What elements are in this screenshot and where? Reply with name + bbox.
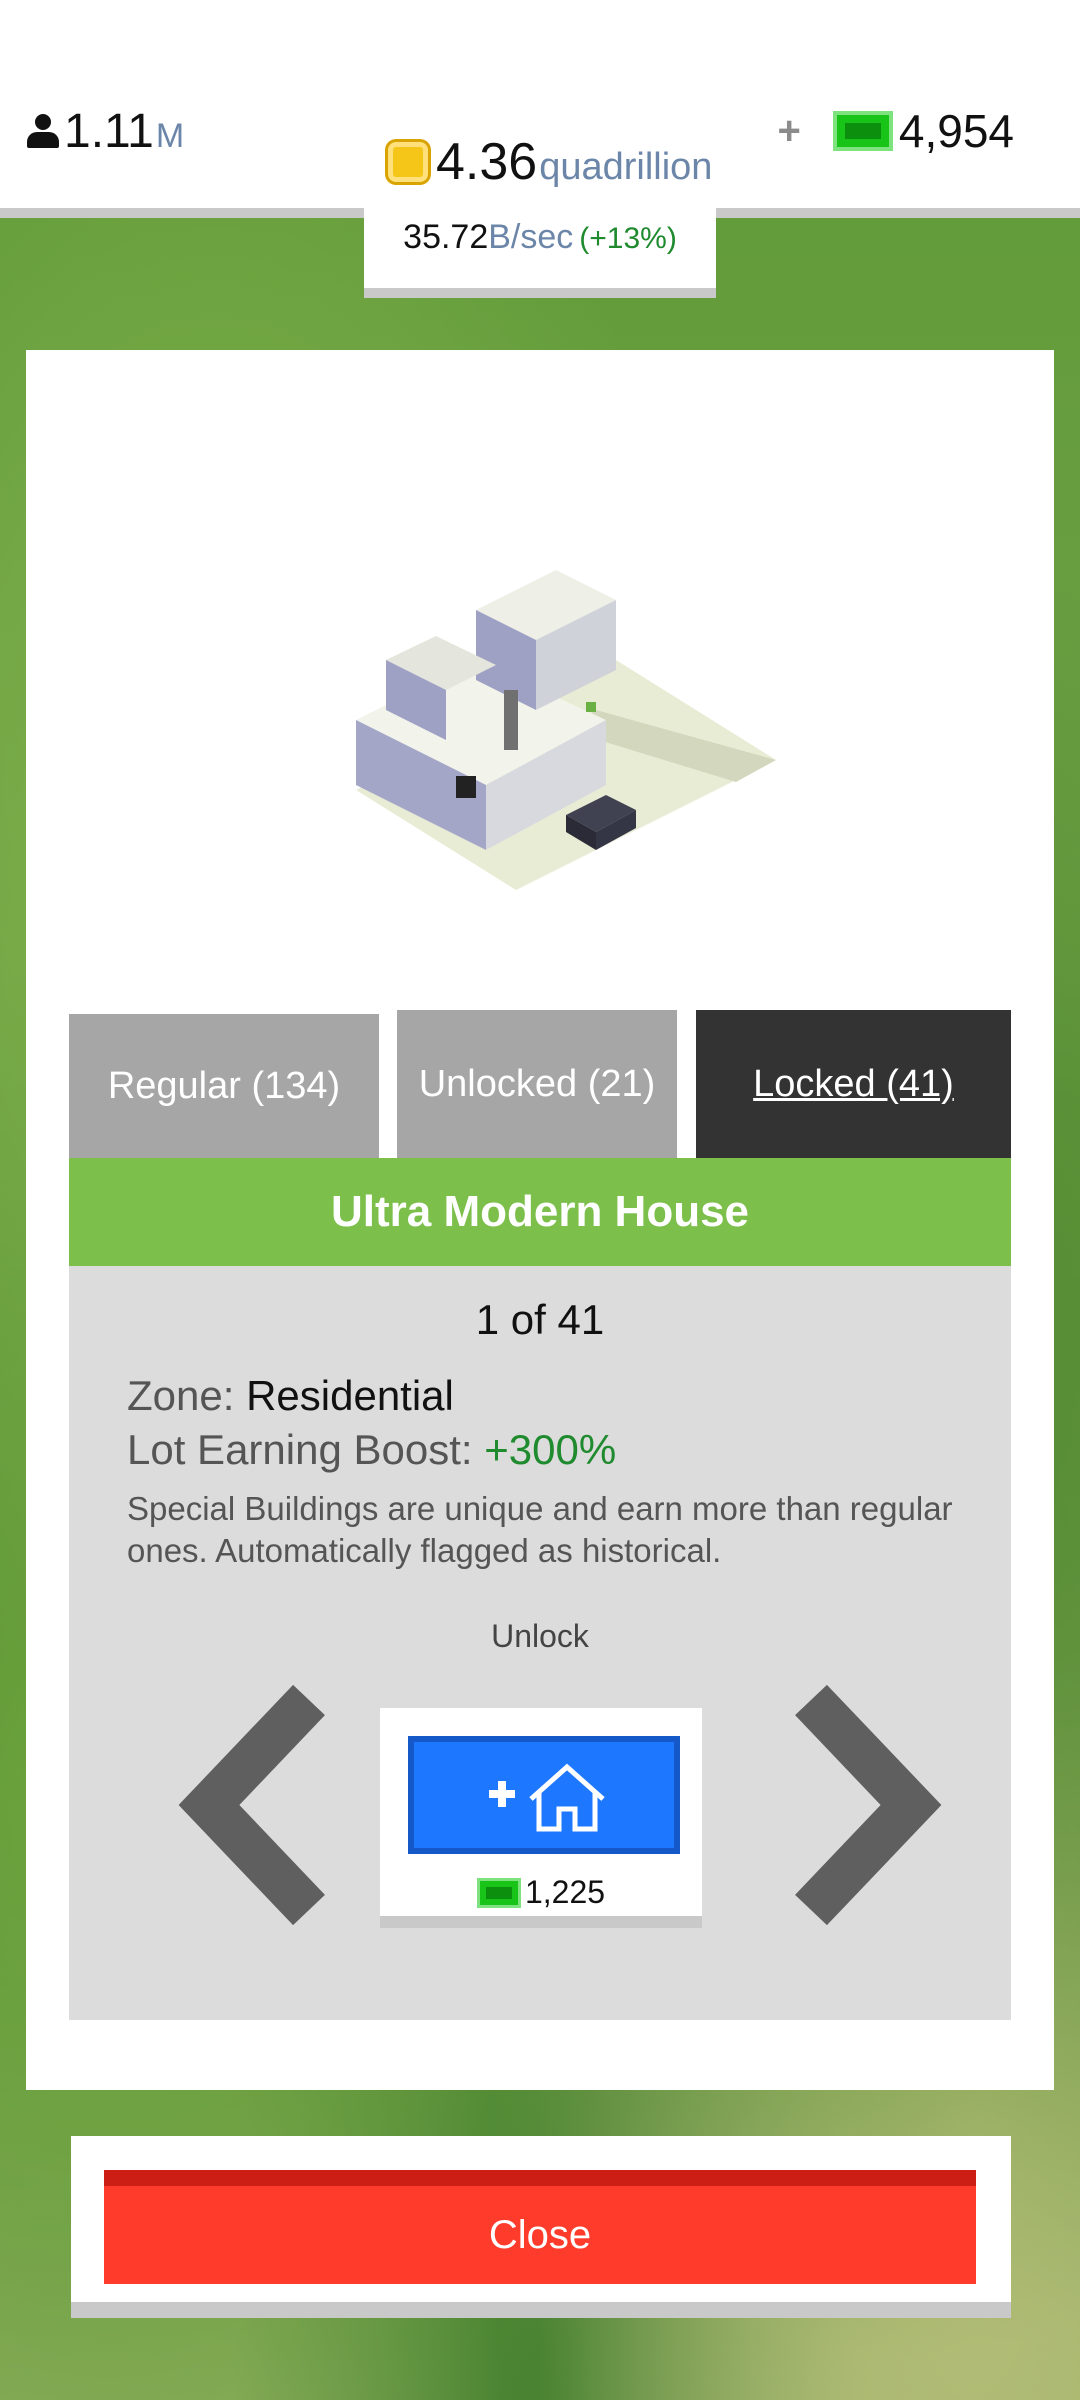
cash-bill-icon (832, 111, 893, 151)
tab-unlocked[interactable]: Unlocked (21) (397, 1010, 677, 1158)
zone-value: Residential (246, 1372, 454, 1419)
coin-balance-panel: 4.36 quadrillion 35.72B/sec (+13%) (364, 0, 716, 298)
tab-locked[interactable]: Locked (41) (696, 1010, 1011, 1158)
cash-display[interactable]: + 4,954 (778, 104, 1014, 158)
next-arrow-icon[interactable] (781, 1680, 961, 1930)
tab-regular[interactable]: Regular (134) (69, 1014, 379, 1158)
population-unit: M (155, 117, 185, 155)
person-icon (26, 113, 60, 150)
building-name: Ultra Modern House (69, 1158, 1011, 1266)
rate-boost: (+13%) (579, 222, 677, 255)
unlock-card: 1,225 (380, 1708, 702, 1928)
coin-value: 4.36 (436, 133, 538, 191)
unlock-price: 1,225 (380, 1874, 702, 1911)
add-house-icon (489, 1763, 605, 1832)
rate-value: 35.72 (403, 218, 489, 256)
coin-unit: quadrillion (539, 146, 713, 188)
unlock-button[interactable] (408, 1736, 680, 1854)
boost-info: Lot Earning Boost: +300% (127, 1426, 616, 1474)
zone-info: Zone: Residential (127, 1372, 454, 1420)
building-info-panel: 1 of 41 Zone: Residential Lot Earning Bo… (69, 1266, 1011, 2020)
add-cash-button[interactable]: + (778, 109, 801, 154)
unlock-price-value: 1,225 (524, 1874, 606, 1910)
boost-label: Lot Earning Boost: (127, 1426, 485, 1473)
close-button[interactable]: Close (104, 2170, 976, 2284)
building-modal: Regular (134) Unlocked (21) Locked (41) … (26, 350, 1054, 2090)
boost-value: +300% (484, 1426, 617, 1473)
building-tabs: Regular (134) Unlocked (21) Locked (41) (69, 1010, 1011, 1158)
rate-unit: B/sec (488, 218, 574, 256)
population-display: 1.11 M (26, 104, 184, 159)
close-container: Close (71, 2136, 1011, 2318)
cash-bill-icon (476, 1877, 521, 1908)
coin-icon (388, 142, 428, 182)
income-rate: 35.72B/sec (+13%) (364, 218, 716, 257)
unlock-label: Unlock (491, 1618, 589, 1654)
population-value: 1.11 (64, 105, 154, 158)
building-description: Special Buildings are unique and earn mo… (127, 1490, 953, 1569)
building-counter: 1 of 41 (475, 1296, 605, 1343)
cash-value: 4,954 (898, 105, 1014, 157)
building-preview-image (356, 570, 776, 890)
zone-label: Zone: (127, 1372, 247, 1419)
previous-arrow-icon[interactable] (159, 1680, 339, 1930)
